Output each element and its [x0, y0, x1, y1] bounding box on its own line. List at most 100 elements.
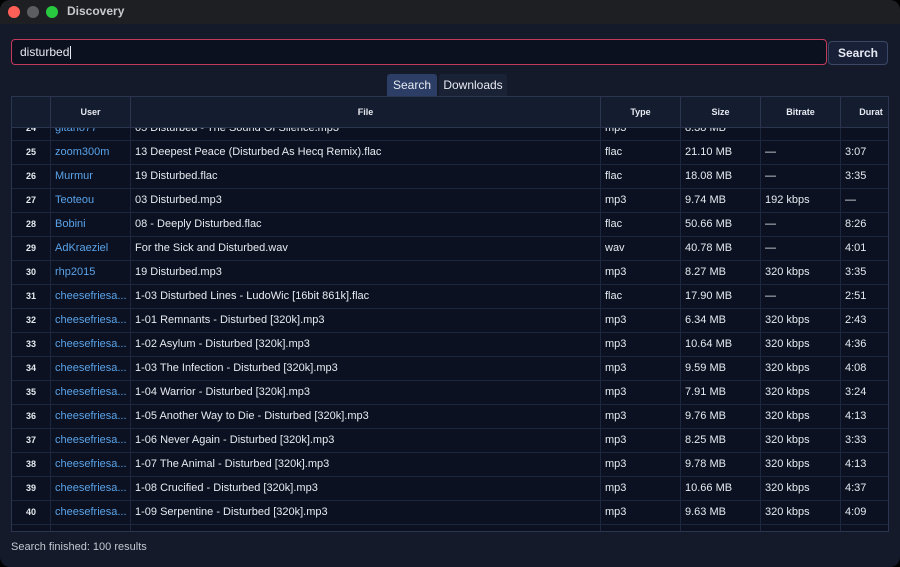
size-cell: 8.27 MB	[681, 260, 761, 284]
size-cell: 17.90 MB	[681, 284, 761, 308]
file-cell: 19 Disturbed.flac	[131, 164, 601, 188]
type-cell: mp3	[601, 476, 681, 500]
user-cell[interactable]: cheesefriesa...	[51, 524, 131, 531]
column-header-user[interactable]: User	[51, 97, 131, 127]
bitrate-cell: 320 kbps	[761, 428, 841, 452]
close-window-button[interactable]	[8, 6, 20, 18]
size-cell: 40.78 MB	[681, 236, 761, 260]
user-cell[interactable]: cheesefriesa...	[51, 428, 131, 452]
table-row[interactable]: 30 rhp2015 19 Disturbed.mp3 mp3 8.27 MB 320 k…	[12, 260, 888, 285]
size-cell: 9.74 MB	[681, 188, 761, 212]
status-text: Search finished: 100 results	[11, 541, 147, 553]
user-cell[interactable]: AdKraeziel	[51, 236, 131, 260]
file-cell: 03 Disturbed.mp3	[131, 188, 601, 212]
type-cell: mp3	[601, 260, 681, 284]
user-cell[interactable]: cheesefriesa...	[51, 476, 131, 500]
user-cell[interactable]: cheesefriesa...	[51, 356, 131, 380]
user-cell[interactable]: cheesefriesa...	[51, 404, 131, 428]
user-cell[interactable]: zoom300m	[51, 140, 131, 164]
duration-cell: 3:24	[841, 380, 888, 404]
user-cell[interactable]: cheesefriesa...	[51, 380, 131, 404]
duration-cell: 3:07	[841, 140, 888, 164]
size-cell: 21.10 MB	[681, 140, 761, 164]
file-cell: 19 Disturbed.mp3	[131, 260, 601, 284]
user-cell[interactable]: Murmur	[51, 164, 131, 188]
table-row[interactable]: 35 cheesefriesa... 1-04 Warrior - Disturbe…	[12, 380, 888, 405]
duration-cell: 8:26	[841, 212, 888, 236]
bitrate-cell: —	[761, 212, 841, 236]
duration-cell: 4:09	[841, 500, 888, 524]
table-row[interactable]: 34 cheesefriesa... 1-03 The Infection - Di…	[12, 356, 888, 381]
duration-cell: 4:13	[841, 404, 888, 428]
column-header-size[interactable]: Size	[681, 97, 761, 127]
size-cell: 6.34 MB	[681, 308, 761, 332]
type-cell: mp3	[601, 332, 681, 356]
title-bar: Discovery	[0, 0, 900, 24]
table-row[interactable]: 41cheesefriesa...1-10 My Child - Disturb…	[12, 524, 888, 531]
type-cell: mp3	[601, 524, 681, 531]
table-row[interactable]: 38 cheesefriesa... 1-07 The Animal - Distu…	[12, 452, 888, 477]
size-cell: 9.78 MB	[681, 452, 761, 476]
type-cell: mp3	[601, 356, 681, 380]
table-row[interactable]: 33 cheesefriesa... 1-02 Asylum - Disturbed…	[12, 332, 888, 357]
table-row[interactable]: 29 AdKraeziel For the Sick and Disturbed.w…	[12, 236, 888, 261]
tab-search[interactable]: Search	[387, 74, 437, 96]
row-index: 39	[12, 476, 51, 500]
table-row[interactable]: 39 cheesefriesa... 1-08 Crucified - Distur…	[12, 476, 888, 501]
user-cell[interactable]: cheesefriesa...	[51, 308, 131, 332]
row-index: 29	[12, 236, 51, 260]
duration-cell: 2:43	[841, 308, 888, 332]
table-row[interactable]: 31 cheesefriesa... 1-03 Disturbed Lines - …	[12, 284, 888, 309]
column-header-type[interactable]: Type	[601, 97, 681, 127]
table-row[interactable]: 26 Murmur 19 Disturbed.flac flac 18.08 MB —3:…	[12, 164, 888, 189]
row-index: 35	[12, 380, 51, 404]
bitrate-cell: 320 kbps	[761, 500, 841, 524]
search-input[interactable]: disturbed	[11, 39, 827, 65]
file-cell: 1-03 Disturbed Lines - LudoWic [16bit 86…	[131, 284, 601, 308]
column-header-index[interactable]	[12, 97, 51, 127]
type-cell: mp3	[601, 452, 681, 476]
file-cell: For the Sick and Disturbed.wav	[131, 236, 601, 260]
table-row[interactable]: 28 Bobini 08 - Deeply Disturbed.flac flac 50…	[12, 212, 888, 237]
table-row[interactable]: 40 cheesefriesa... 1-09 Serpentine - Distu…	[12, 500, 888, 525]
user-cell[interactable]: cheesefriesa...	[51, 284, 131, 308]
duration-cell: 4:37	[841, 476, 888, 500]
row-index: 26	[12, 164, 51, 188]
bitrate-cell: 320 kbps	[761, 308, 841, 332]
column-header-file[interactable]: File	[131, 97, 601, 127]
table-row[interactable]: 27 Teoteou 03 Disturbed.mp3 mp3 9.74 MB 192 k…	[12, 188, 888, 213]
bitrate-cell: 320 kbps	[761, 524, 841, 531]
table-row[interactable]: 36 cheesefriesa... 1-05 Another Way to Die…	[12, 404, 888, 429]
file-cell: 1-01 Remnants - Disturbed [320k].mp3	[131, 308, 601, 332]
column-header-duration[interactable]: Durat	[841, 97, 888, 127]
user-cell[interactable]: cheesefriesa...	[51, 332, 131, 356]
bitrate-cell: —	[761, 164, 841, 188]
window-title: Discovery	[67, 4, 125, 18]
user-cell[interactable]: Bobini	[51, 212, 131, 236]
table-header: User File Type Size Bitrate Durat	[12, 97, 888, 128]
type-cell: flac	[601, 284, 681, 308]
user-cell[interactable]: Teoteou	[51, 188, 131, 212]
duration-cell: 2:51	[841, 284, 888, 308]
text-caret	[70, 46, 72, 60]
search-button[interactable]: Search	[828, 41, 888, 65]
file-cell: 1-09 Serpentine - Disturbed [320k].mp3	[131, 500, 601, 524]
user-cell[interactable]: cheesefriesa...	[51, 452, 131, 476]
duration-cell: 4:13	[841, 452, 888, 476]
user-cell[interactable]: rhp2015	[51, 260, 131, 284]
row-index: 37	[12, 428, 51, 452]
tab-downloads[interactable]: Downloads	[439, 74, 507, 96]
table-row[interactable]: 32 cheesefriesa... 1-01 Remnants - Disturb…	[12, 308, 888, 333]
user-cell[interactable]: cheesefriesa...	[51, 500, 131, 524]
minimize-window-button[interactable]	[27, 6, 39, 18]
column-header-bitrate[interactable]: Bitrate	[761, 97, 841, 127]
type-cell: flac	[601, 212, 681, 236]
table-row[interactable]: 37 cheesefriesa... 1-06 Never Again - Dist…	[12, 428, 888, 453]
table-row[interactable]: 25 zoom300m 13 Deepest Peace (Disturbed As…	[12, 140, 888, 165]
file-cell: 1-06 Never Again - Disturbed [320k].mp3	[131, 428, 601, 452]
bitrate-cell: 192 kbps	[761, 188, 841, 212]
type-cell: mp3	[601, 188, 681, 212]
maximize-window-button[interactable]	[46, 6, 58, 18]
file-cell: 1-04 Warrior - Disturbed [320k].mp3	[131, 380, 601, 404]
type-cell: mp3	[601, 404, 681, 428]
